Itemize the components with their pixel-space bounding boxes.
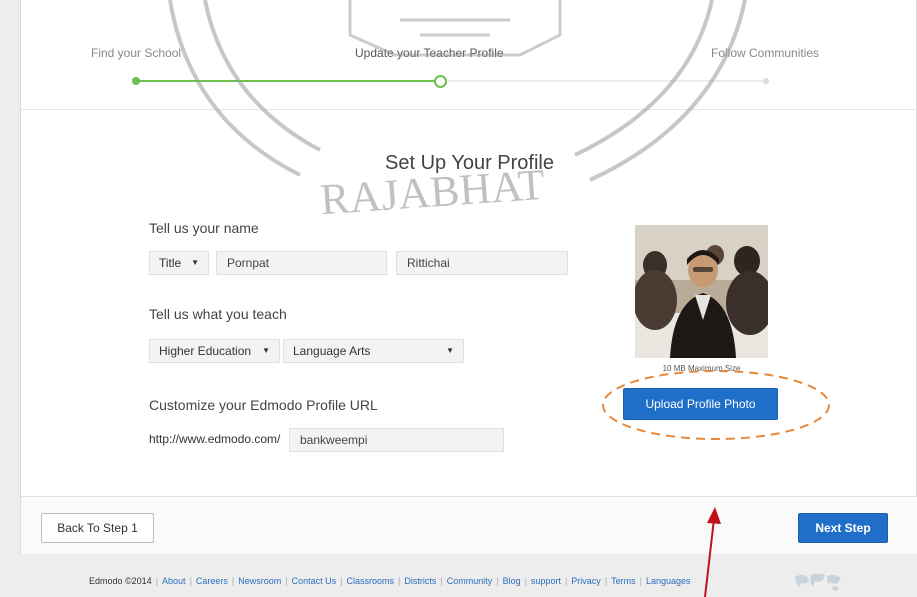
step-follow-communities: Follow Communities bbox=[711, 46, 820, 60]
progress-track-remaining bbox=[448, 80, 766, 82]
footer-link-about[interactable]: About bbox=[162, 576, 186, 586]
name-section-label: Tell us your name bbox=[149, 220, 259, 236]
back-to-step-1-button[interactable]: Back To Step 1 bbox=[41, 513, 154, 543]
subject-value: Language Arts bbox=[293, 344, 371, 358]
page-title: Set Up Your Profile bbox=[385, 152, 554, 174]
footer-link-blog[interactable]: Blog bbox=[503, 576, 521, 586]
progress-track-complete bbox=[136, 80, 440, 82]
first-name-input[interactable]: Pornpat bbox=[216, 251, 387, 275]
footer-link-careers[interactable]: Careers bbox=[196, 576, 228, 586]
footer-link-community[interactable]: Community bbox=[447, 576, 493, 586]
step-update-profile: Update your Teacher Profile bbox=[355, 46, 504, 60]
page-footer: Edmodo ©2014 | About | Careers | Newsroom | Cont… bbox=[89, 576, 691, 586]
card-footer: Back To Step 1 Next Step bbox=[21, 496, 917, 554]
profile-photo bbox=[635, 225, 768, 358]
step-find-school[interactable]: Find your School bbox=[91, 46, 181, 60]
title-select-value: Title bbox=[159, 256, 182, 270]
url-section-label: Customize your Edmodo Profile URL bbox=[149, 397, 378, 413]
footer-link-support[interactable]: support bbox=[531, 576, 561, 586]
profile-url-input[interactable]: bankweempi bbox=[289, 428, 504, 452]
step-current-marker bbox=[434, 75, 447, 88]
dropdown-arrow-icon: ▼ bbox=[446, 346, 454, 355]
footer-link-terms[interactable]: Terms bbox=[611, 576, 636, 586]
step-done-marker bbox=[132, 77, 140, 85]
profile-setup-card: Find your School Update your Teacher Pro… bbox=[20, 0, 917, 554]
annotation-arrow bbox=[704, 507, 721, 597]
dropdown-arrow-icon: ▼ bbox=[262, 346, 270, 355]
upload-profile-photo-button[interactable]: Upload Profile Photo bbox=[623, 388, 778, 420]
last-name-input[interactable]: Rittichai bbox=[396, 251, 568, 275]
next-step-button[interactable]: Next Step bbox=[798, 513, 888, 543]
footer-link-classrooms[interactable]: Classrooms bbox=[347, 576, 395, 586]
footer-link-contact-us[interactable]: Contact Us bbox=[292, 576, 337, 586]
step-todo-marker bbox=[763, 78, 769, 84]
title-select[interactable]: Title ▼ bbox=[149, 251, 209, 275]
teach-section-label: Tell us what you teach bbox=[149, 306, 287, 322]
world-map-icon bbox=[795, 573, 841, 591]
dropdown-arrow-icon: ▼ bbox=[191, 258, 199, 267]
footer-copyright: Edmodo ©2014 bbox=[89, 576, 152, 586]
footer-link-privacy[interactable]: Privacy bbox=[571, 576, 601, 586]
footer-link-languages[interactable]: Languages bbox=[646, 576, 691, 586]
footer-link-districts[interactable]: Districts bbox=[404, 576, 436, 586]
progress-steps: Find your School Update your Teacher Pro… bbox=[21, 0, 917, 110]
profile-url-prefix: http://www.edmodo.com/ bbox=[149, 432, 281, 446]
education-level-select[interactable]: Higher Education ▼ bbox=[149, 339, 280, 363]
subject-select[interactable]: Language Arts ▼ bbox=[283, 339, 464, 363]
education-level-value: Higher Education bbox=[159, 344, 252, 358]
footer-link-newsroom[interactable]: Newsroom bbox=[238, 576, 281, 586]
